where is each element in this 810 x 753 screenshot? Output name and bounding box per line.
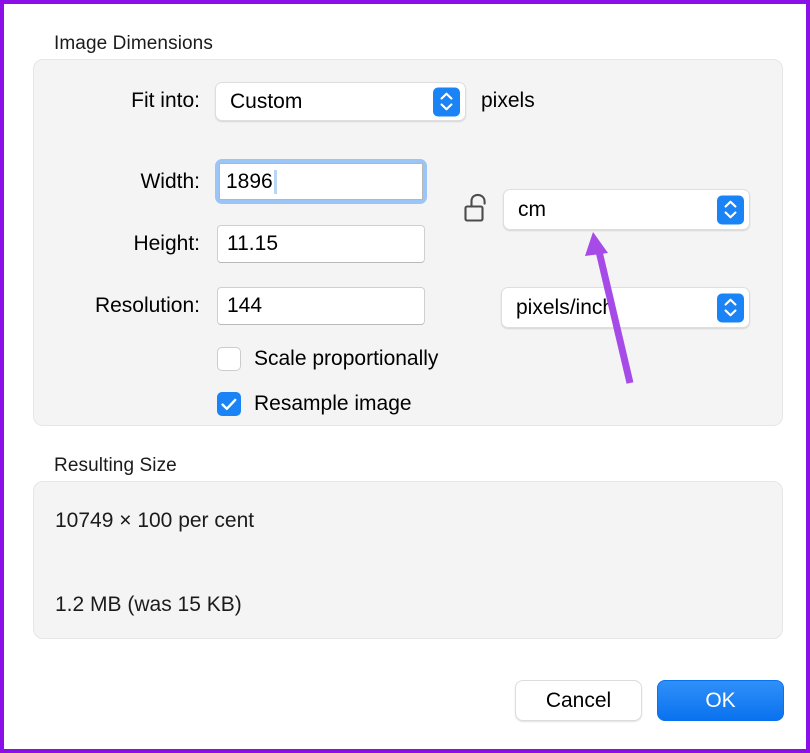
image-dimensions-section-title: Image Dimensions xyxy=(54,33,213,54)
text-caret xyxy=(273,169,277,194)
width-label: Width: xyxy=(140,170,200,193)
fit-into-unit-suffix: pixels xyxy=(481,89,535,112)
resolution-label: Resolution: xyxy=(94,294,200,317)
image-dimensions-dialog: Image Dimensions Fit into: Custom pixels… xyxy=(0,0,810,753)
scale-proportionally-checkbox[interactable] xyxy=(217,347,241,371)
unlocked-padlock-icon[interactable] xyxy=(463,192,491,229)
ok-button[interactable]: OK xyxy=(657,680,784,721)
resolution-input-value: 144 xyxy=(227,294,263,317)
fit-into-stepper-icon[interactable] xyxy=(433,87,460,116)
resulting-size-filesize: 1.2 MB (was 15 KB) xyxy=(55,593,242,616)
resolution-input[interactable]: 144 xyxy=(217,287,425,325)
resample-image-checkbox[interactable] xyxy=(217,392,241,416)
width-input-inner: 1896 xyxy=(219,163,423,200)
resulting-size-section-title: Resulting Size xyxy=(54,455,177,476)
width-input-value: 1896 xyxy=(226,169,273,193)
fit-into-value: Custom xyxy=(230,89,303,113)
height-input[interactable]: 11.15 xyxy=(217,225,425,263)
width-input[interactable]: 1896 xyxy=(215,159,427,204)
checkmark-icon xyxy=(221,398,237,410)
resample-image-checkbox-row[interactable]: Resample image xyxy=(217,392,412,416)
size-unit-dropdown[interactable]: cm xyxy=(503,189,750,230)
size-unit-stepper-icon[interactable] xyxy=(717,195,744,224)
resolution-unit-value: pixels/inch xyxy=(516,295,615,319)
cancel-button[interactable]: Cancel xyxy=(515,680,642,721)
resample-image-label: Resample image xyxy=(254,392,412,415)
fit-into-dropdown[interactable]: Custom xyxy=(215,82,466,121)
scale-proportionally-label: Scale proportionally xyxy=(254,347,439,370)
fit-into-label: Fit into: xyxy=(131,89,200,112)
resolution-unit-dropdown[interactable]: pixels/inch xyxy=(501,287,750,328)
size-unit-value: cm xyxy=(518,197,546,221)
scale-proportionally-checkbox-row[interactable]: Scale proportionally xyxy=(217,347,438,371)
height-input-value: 11.15 xyxy=(227,232,278,255)
resulting-size-dimensions: 10749 × 100 per cent xyxy=(55,509,255,532)
height-label: Height: xyxy=(133,232,200,255)
resolution-unit-stepper-icon[interactable] xyxy=(717,293,744,322)
